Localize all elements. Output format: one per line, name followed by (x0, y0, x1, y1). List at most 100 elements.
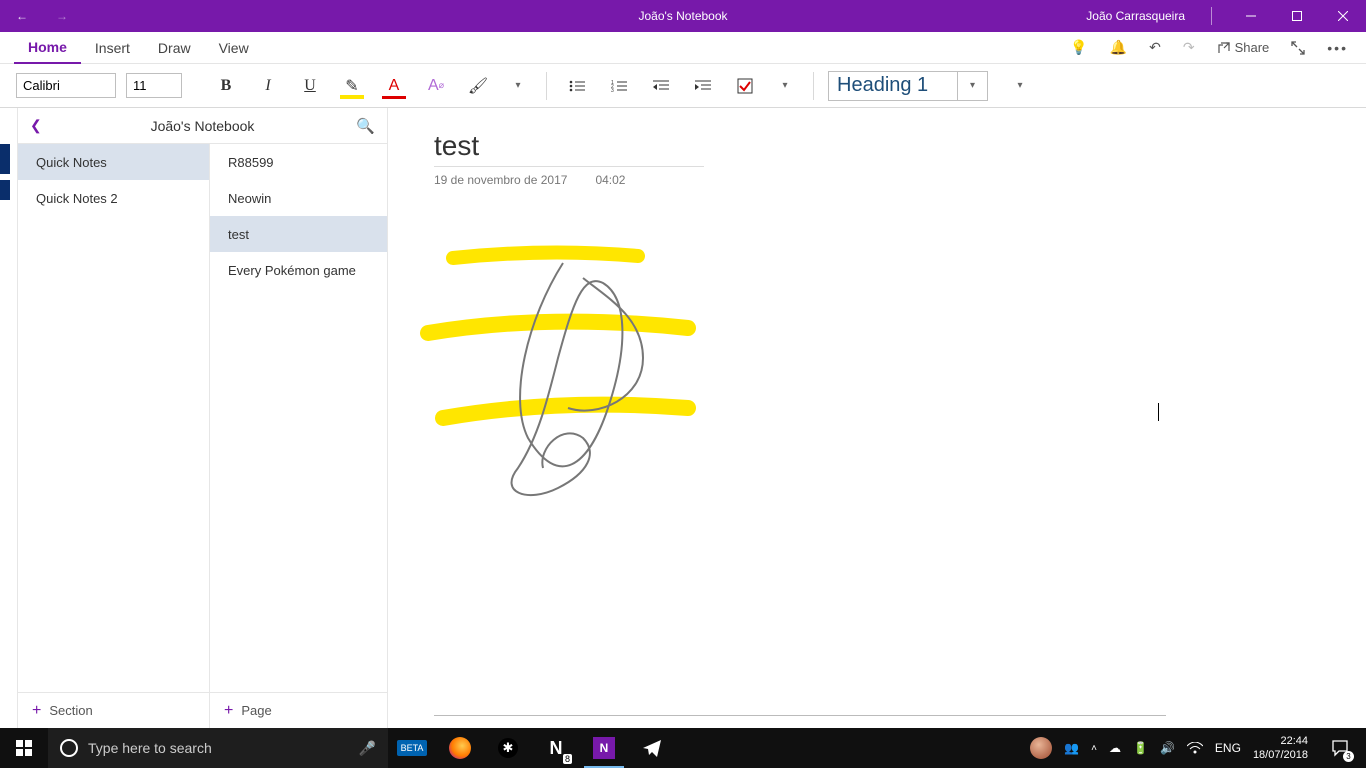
sections-list: Quick Notes Quick Notes 2 + Section (18, 144, 210, 728)
font-more-icon[interactable]: ▾ (504, 70, 532, 102)
taskbar-app-firefox[interactable] (436, 728, 484, 768)
tray-chevron-icon[interactable]: ˄ (1091, 743, 1097, 754)
section-color-tab[interactable] (0, 180, 10, 200)
tray-wifi-icon[interactable] (1187, 742, 1203, 754)
tray-time: 22:44 (1253, 734, 1308, 748)
notification-count: 3 (1343, 751, 1354, 762)
tray-onedrive-icon[interactable]: ☁ (1109, 741, 1121, 755)
share-label: Share (1235, 40, 1270, 55)
separator (546, 72, 547, 100)
close-button[interactable] (1320, 0, 1366, 32)
tray-language[interactable]: ENG (1215, 741, 1241, 755)
styles-more-icon[interactable]: ▾ (1006, 70, 1034, 102)
main-area: ❮ João's Notebook 🔍 Quick Notes Quick No… (0, 108, 1366, 728)
number-list-button[interactable]: 123 (603, 70, 635, 102)
tab-draw[interactable]: Draw (144, 32, 205, 64)
user-name[interactable]: João Carrasqueira (1086, 9, 1195, 23)
page-item[interactable]: R88599 (210, 144, 387, 180)
page-item[interactable]: test (210, 216, 387, 252)
bold-button[interactable]: B (210, 70, 242, 102)
todo-tag-button[interactable] (729, 70, 761, 102)
taskbar-app-telegram[interactable] (628, 728, 676, 768)
taskbar-search[interactable]: Type here to search 🎤 (48, 728, 388, 768)
style-selector[interactable]: Heading 1 (828, 71, 958, 101)
page-title[interactable]: test (434, 130, 704, 167)
add-section-button[interactable]: + Section (18, 692, 209, 728)
indent-button[interactable] (687, 70, 719, 102)
share-button[interactable]: Share (1217, 40, 1270, 55)
undo-icon[interactable]: ↶ (1149, 39, 1161, 56)
separator (813, 72, 814, 100)
tray-volume-icon[interactable]: 🔊 (1160, 741, 1175, 755)
divider (1211, 7, 1212, 25)
fullscreen-icon[interactable] (1291, 41, 1305, 55)
maximize-button[interactable] (1274, 0, 1320, 32)
system-tray: 👥 ˄ ☁ 🔋 🔊 ENG 22:44 18/07/2018 3 (1030, 728, 1366, 768)
taskbar-app-notion[interactable]: N8 (532, 728, 580, 768)
cortana-icon (60, 739, 78, 757)
minimize-button[interactable] (1228, 0, 1274, 32)
tray-battery-icon[interactable]: 🔋 (1133, 741, 1148, 755)
tab-home[interactable]: Home (14, 32, 81, 64)
sidebar: ❮ João's Notebook 🔍 Quick Notes Quick No… (18, 108, 388, 728)
section-color-tabs (0, 108, 18, 728)
underline-button[interactable]: U (294, 70, 326, 102)
menu-tabs: Home Insert Draw View 💡 🔔 ↶ ↷ Share ••• (0, 32, 1366, 64)
mic-icon[interactable]: 🎤 (359, 740, 376, 757)
search-icon[interactable]: 🔍 (356, 117, 375, 135)
bullet-list-button[interactable] (561, 70, 593, 102)
more-icon[interactable]: ••• (1327, 40, 1348, 56)
redo-icon[interactable]: ↷ (1183, 39, 1195, 56)
italic-button[interactable]: I (252, 70, 284, 102)
section-color-tab[interactable] (0, 144, 10, 174)
plus-icon: + (224, 702, 233, 720)
style-dropdown-icon[interactable]: ▾ (958, 71, 988, 101)
page-time: 04:02 (595, 173, 625, 187)
action-center-icon[interactable]: 3 (1320, 728, 1360, 768)
font-color-button[interactable]: A (378, 70, 410, 102)
ink-drawing (398, 208, 998, 608)
search-placeholder: Type here to search (88, 740, 212, 756)
add-section-label: Section (49, 703, 92, 718)
taskbar: Type here to search 🎤 BETA ✱ N8 N 👥 ˄ ☁ … (0, 728, 1366, 768)
titlebar: ← → João's Notebook João Carrasqueira (0, 0, 1366, 32)
taskbar-app-edge[interactable]: BETA (388, 728, 436, 768)
tray-clock[interactable]: 22:44 18/07/2018 (1253, 734, 1308, 762)
window-title: João's Notebook (638, 9, 727, 23)
page-item[interactable]: Every Pokémon game (210, 252, 387, 288)
tray-people-icon[interactable]: 👥 (1064, 741, 1079, 755)
section-item[interactable]: Quick Notes (18, 144, 209, 180)
forward-icon[interactable]: → (56, 9, 68, 23)
page-date: 19 de novembro de 2017 (434, 173, 567, 187)
plus-icon: + (32, 702, 41, 720)
highlight-button[interactable]: ✎ (336, 70, 368, 102)
clear-format-button[interactable]: A⌀ (420, 70, 452, 102)
start-button[interactable] (0, 728, 48, 768)
format-painter-button[interactable]: 🖌 (462, 70, 494, 102)
back-icon[interactable]: ← (16, 9, 28, 23)
page-item[interactable]: Neowin (210, 180, 387, 216)
add-page-label: Page (241, 703, 271, 718)
tab-view[interactable]: View (205, 32, 263, 64)
page-canvas[interactable]: test 19 de novembro de 2017 04:02 (388, 108, 1366, 728)
font-name-input[interactable] (16, 73, 116, 98)
notifications-icon[interactable]: 🔔 (1110, 39, 1127, 56)
notebook-back-icon[interactable]: ❮ (30, 117, 42, 134)
section-item[interactable]: Quick Notes 2 (18, 180, 209, 216)
taskbar-app-slack[interactable]: ✱ (484, 728, 532, 768)
add-page-button[interactable]: + Page (210, 692, 387, 728)
ribbon: B I U ✎ A A⌀ 🖌 ▾ 123 ▾ Heading 1 ▾ ▾ (0, 64, 1366, 108)
text-cursor (1158, 403, 1159, 421)
notebook-name[interactable]: João's Notebook (151, 118, 255, 134)
svg-text:3: 3 (611, 88, 614, 93)
page-footer-line (434, 715, 1166, 716)
tips-icon[interactable]: 💡 (1070, 39, 1087, 56)
taskbar-app-onenote[interactable]: N (580, 728, 628, 768)
notebook-header: ❮ João's Notebook 🔍 (18, 108, 387, 144)
outdent-button[interactable] (645, 70, 677, 102)
people-icon[interactable] (1030, 737, 1052, 759)
tab-insert[interactable]: Insert (81, 32, 144, 64)
tray-date: 18/07/2018 (1253, 748, 1308, 762)
font-size-input[interactable] (126, 73, 182, 98)
paragraph-more-icon[interactable]: ▾ (771, 70, 799, 102)
